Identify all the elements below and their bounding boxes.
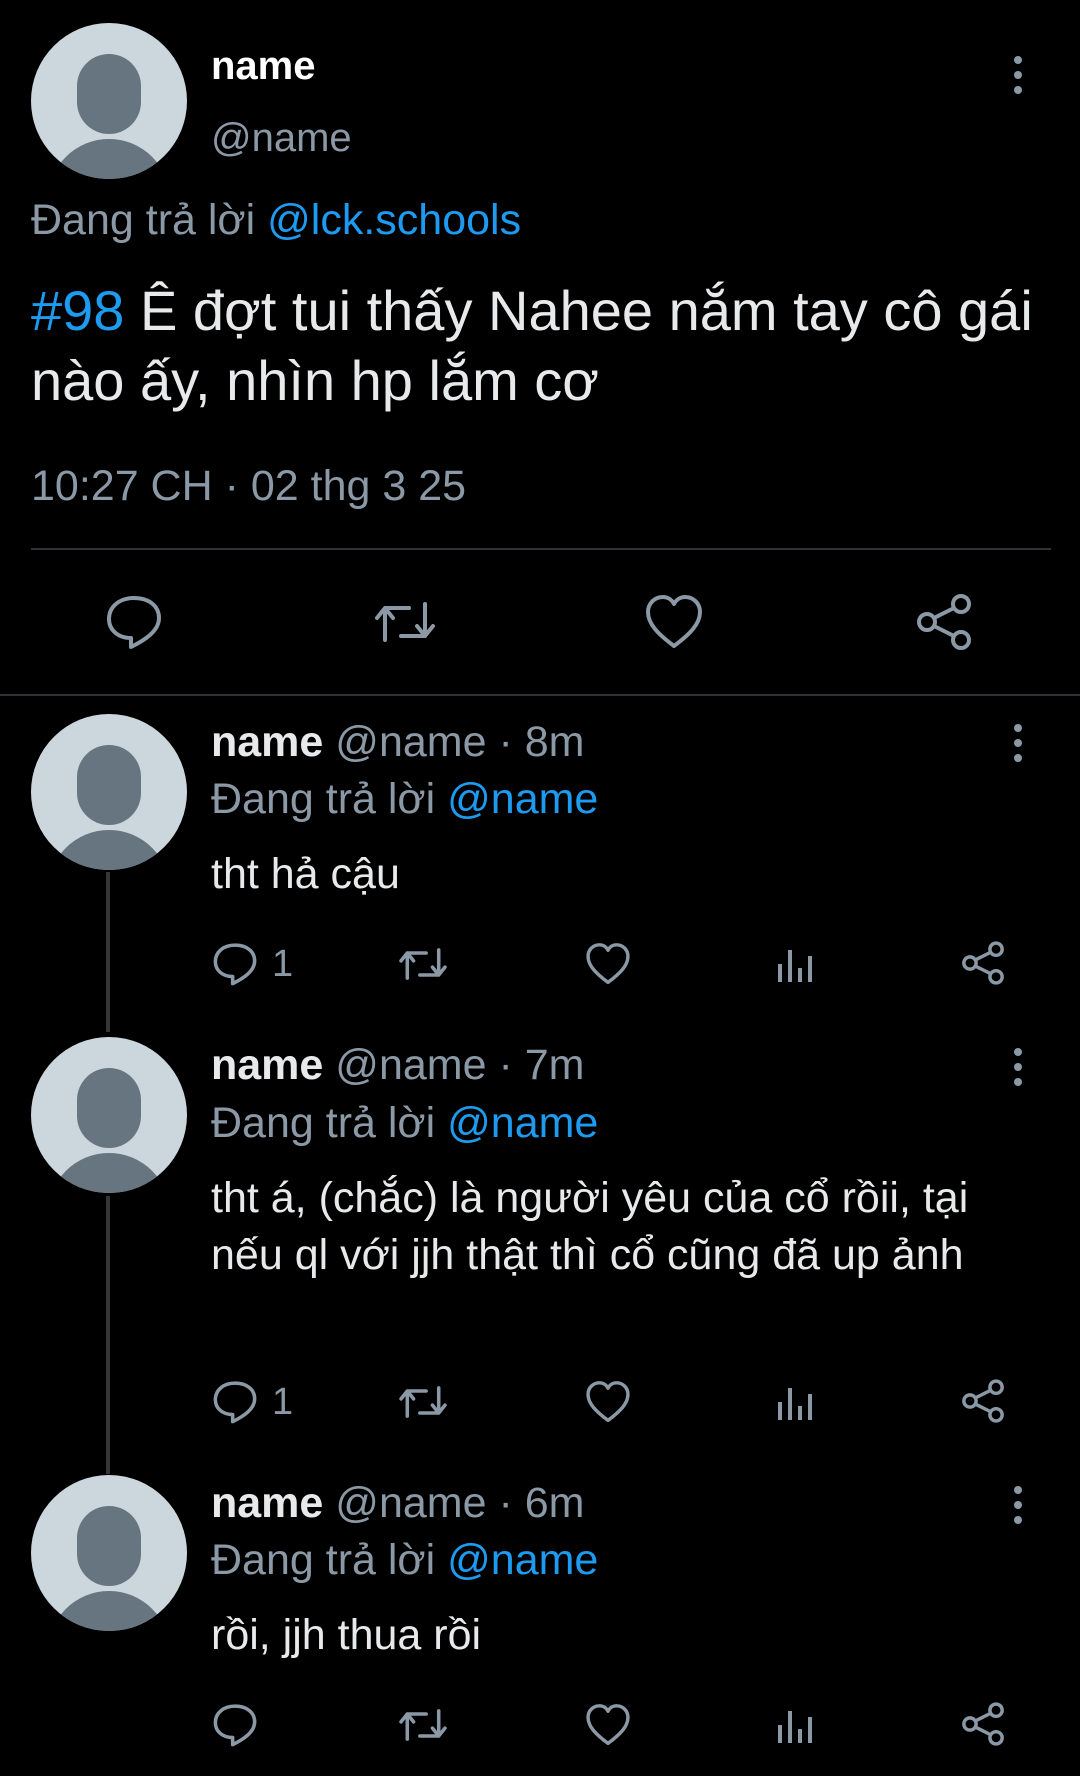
avatar[interactable] [31,1037,187,1193]
heart-icon [586,1704,630,1746]
replying-to: Đang trả lời @name [211,1099,598,1148]
replying-to-link[interactable]: @lck.schools [267,196,521,244]
views-icon [778,950,812,982]
reply-count: 1 [272,942,294,985]
author-name[interactable]: name [211,1479,323,1527]
replying-prefix: Đang trả lời [211,775,448,823]
replying-prefix: Đang trả lời [211,1536,448,1584]
author-handle-time: @name · 6m [335,1479,585,1527]
reply-header: name @name · 6m [211,1479,584,1528]
reply-count: 1 [272,1380,294,1423]
heart-icon [646,595,702,648]
avatar[interactable] [31,1475,187,1631]
reply-text: tht á, (chắc) là người yêu của cổ rồii, … [211,1174,969,1279]
retweet-button[interactable] [396,1703,450,1747]
retweet-button[interactable] [396,942,450,986]
more-icon[interactable] [1003,50,1033,100]
retweet-button[interactable] [396,1380,450,1424]
more-icon[interactable] [1003,718,1033,768]
like-button[interactable] [585,942,631,986]
views-button[interactable] [776,944,816,984]
author-name[interactable]: name [211,718,323,766]
replying-to: Đang trả lời @name [211,1536,598,1585]
views-icon [778,1388,812,1420]
heart-icon [586,1381,630,1423]
author-name[interactable]: name [211,1041,323,1089]
more-icon[interactable] [1003,1042,1033,1092]
reply-header: name @name · 7m [211,1041,584,1090]
author-handle-time: @name · 8m [335,718,585,766]
share-button[interactable] [960,940,1006,986]
thread-line [106,1196,110,1474]
views-button[interactable] [776,1705,816,1745]
more-icon[interactable] [1003,1480,1033,1530]
author-handle[interactable]: @name [211,116,352,161]
retweet-icon [375,602,435,642]
tweet-body: Ê đợt tui thấy Nahee nắm tay cô gái nào … [31,279,1033,412]
divider [31,548,1051,550]
reply-icon [107,596,161,649]
like-button[interactable] [585,1380,631,1424]
reply-button[interactable] [105,594,163,650]
replying-to: Đang trả lời @name [211,775,598,824]
replying-to-link[interactable]: @name [447,1099,598,1147]
views-icon [778,1711,812,1743]
tweet-timestamp[interactable]: 10:27 CH · 02 thg 3 25 [31,462,466,511]
share-icon [962,1379,1004,1423]
replying-prefix: Đang trả lời [211,1099,448,1147]
like-button[interactable] [644,594,704,650]
author-name[interactable]: name [211,44,316,89]
replying-to-link[interactable]: @name [447,775,598,823]
reply-icon [213,1381,257,1424]
reply-button[interactable]: 1 [212,942,293,986]
reply-button[interactable]: 1 [212,1380,293,1424]
author-handle-time: @name · 7m [335,1041,585,1089]
retweet-icon [399,1709,447,1741]
replying-prefix: Đang trả lời [31,196,268,244]
share-button[interactable] [960,1378,1006,1424]
reply-text: rồi, jjh thua rồi [211,1611,482,1659]
tweet-text: #98 Ê đợt tui thấy Nahee nắm tay cô gái … [31,276,1051,416]
share-button[interactable] [914,592,974,652]
reply-button[interactable] [212,1703,258,1747]
retweet-button[interactable] [371,594,439,650]
share-icon [917,594,971,650]
reply-icon [213,1704,257,1747]
heart-icon [586,943,630,985]
views-button[interactable] [776,1382,816,1422]
retweet-icon [399,948,447,980]
hashtag-link[interactable]: #98 [31,279,124,342]
avatar[interactable] [31,714,187,870]
avatar[interactable] [31,23,187,179]
replying-to-link[interactable]: @name [447,1536,598,1584]
like-button[interactable] [585,1703,631,1747]
main-tweet: name @name Đang trả lời @lck.schools #98… [0,0,1080,696]
thread-line [106,872,110,1032]
replying-to: Đang trả lời @lck.schools [31,196,521,245]
reply-icon [213,943,257,986]
share-icon [962,1702,1004,1746]
share-icon [962,941,1004,985]
retweet-icon [399,1386,447,1418]
reply-header: name @name · 8m [211,718,584,767]
share-button[interactable] [960,1701,1006,1747]
reply-text: tht hả cậu [211,850,400,898]
